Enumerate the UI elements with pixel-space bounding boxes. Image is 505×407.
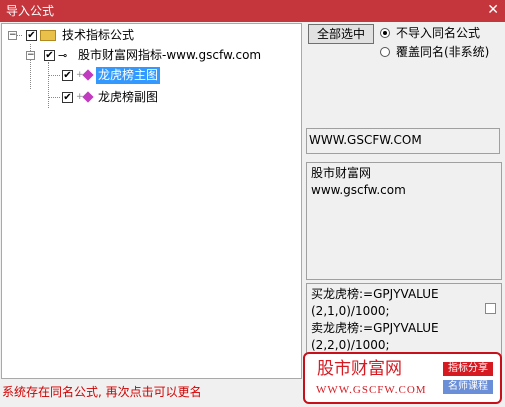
promo-title: 股市财富网	[317, 359, 402, 379]
formula-line: 买龙虎榜:=GPJYVALUE	[311, 287, 439, 301]
description-line: www.gscfw.com	[311, 183, 406, 197]
tree-group-label: 股市财富网指标-www.gscfw.com	[78, 48, 262, 62]
description-line: 股市财富网	[311, 166, 372, 180]
item-checkbox[interactable]: ✔	[62, 92, 73, 103]
formula-box[interactable]: 买龙虎榜:=GPJYVALUE (2,1,0)/1000; 卖龙虎榜:=GPJY…	[306, 283, 502, 358]
promo-tag: 名师课程	[443, 380, 493, 394]
window-title: 导入公式	[6, 4, 55, 18]
skip-duplicates-radio[interactable]	[380, 28, 390, 38]
root-checkbox[interactable]: ✔	[26, 30, 37, 41]
collapse-icon[interactable]: −	[8, 31, 17, 40]
title-bar: 导入公式 ✕	[0, 0, 505, 22]
formula-diamond-icon	[82, 69, 94, 81]
formula-diamond-icon	[82, 91, 94, 103]
group-checkbox[interactable]: ✔	[44, 50, 55, 61]
collapse-icon[interactable]: −	[26, 51, 35, 60]
promo-url: WWW.GSCFW.COM	[316, 384, 427, 396]
tree-root-label: 技术指标公式	[62, 28, 135, 42]
key-icon: ⊸	[58, 49, 68, 62]
description-box[interactable]: 股市财富网 www.gscfw.com	[306, 162, 502, 280]
close-icon[interactable]: ✕	[487, 2, 499, 18]
promo-tag: 指标分享	[443, 362, 493, 376]
tree-item[interactable]: ✔ + 龙虎榜副图	[60, 89, 170, 106]
tree-group[interactable]: − ✔ ⊸ 股市财富网指标-www.gscfw.com	[24, 47, 284, 64]
formula-line: 卖龙虎榜:=GPJYVALUE	[311, 321, 439, 335]
overwrite-duplicates-radio[interactable]	[380, 47, 390, 57]
item-checkbox[interactable]: ✔	[62, 70, 73, 81]
formula-line: (2,1,0)/1000;	[311, 304, 390, 318]
tree-item-label: 龙虎榜副图	[98, 90, 159, 104]
folder-icon	[40, 30, 56, 41]
tree-connector	[48, 62, 49, 108]
url-text: WWW.GSCFW.COM	[309, 133, 422, 147]
promo-watermark: 股市财富网 WWW.GSCFW.COM 指标分享 名师课程	[303, 352, 502, 404]
skip-duplicates-label: 不导入同名公式	[396, 26, 481, 40]
formula-tree[interactable]: − ✔ 技术指标公式 − ✔ ⊸ 股市财富网指标-www.gscfw.com ✔…	[1, 23, 302, 379]
overwrite-duplicates-label: 覆盖同名(非系统)	[396, 45, 490, 59]
import-formula-dialog: 导入公式 ✕ − ✔ 技术指标公式 − ✔ ⊸ 股市财富网指标-www.gscf…	[0, 0, 505, 407]
scrollbar-checkbox[interactable]	[485, 303, 496, 314]
tree-item[interactable]: ✔ + 龙虎榜主图	[60, 67, 170, 84]
status-message: 系统存在同名公式, 再次点击可以更名	[2, 385, 202, 399]
select-all-button[interactable]: 全部选中	[308, 24, 374, 44]
tree-connector	[48, 97, 60, 98]
tree-root[interactable]: − ✔ 技术指标公式	[6, 27, 196, 44]
tree-item-label: 龙虎榜主图	[96, 67, 161, 84]
url-field: WWW.GSCFW.COM	[306, 128, 500, 154]
tree-connector	[48, 75, 60, 76]
